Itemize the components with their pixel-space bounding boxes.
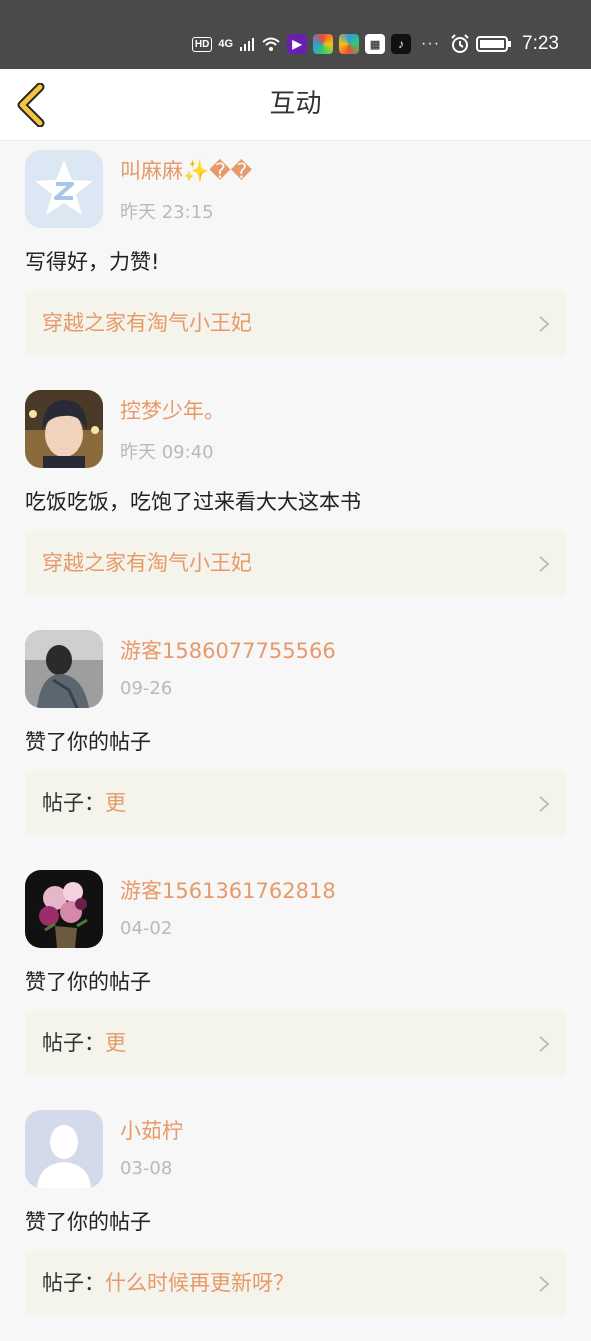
comment-text: 吃饭吃饭，吃饱了过来看大大这本书 [25,490,361,514]
user-name[interactable]: 游客1561361762818 [120,875,336,905]
user-name[interactable]: 小茹柠 [120,1115,183,1145]
ref-title: 穿越之家有淘气小王妃 [42,551,252,575]
ref-prefix: 帖子： [42,1031,105,1055]
app-header: 互动 [0,69,591,141]
status-bar: HD 4G ▶ ▦ ♪ ··· 7:23 [0,0,591,69]
timestamp: 昨天 09:40 [120,442,214,463]
referenced-post-label: 帖子：更 [42,1011,126,1076]
referenced-post-label: 穿越之家有淘气小王妃 [42,531,252,596]
girl-photo-avatar[interactable] [25,630,103,708]
referenced-post-label: 穿越之家有淘气小王妃 [42,291,252,356]
user-name[interactable]: 游客1586077755566 [120,635,336,665]
signal-icon [240,38,255,51]
timestamp: 04-02 [120,918,173,939]
feed-item: 控梦少年。 昨天 09:40 吃饭吃饭，吃饱了过来看大大这本书 穿越之家有淘气小… [0,381,591,621]
status-icons: HD 4G ▶ ▦ ♪ ··· 7:23 [191,28,559,60]
timestamp: 03-08 [120,1158,173,1179]
referenced-post[interactable]: 穿越之家有淘气小王妃 [25,531,566,596]
hd-indicator: HD [191,36,213,52]
feed-item: 小茹柠 03-08 赞了你的帖子 帖子：什么时候再更新呀？ [0,1101,591,1341]
chevron-right-icon [539,796,550,812]
comment-text: 写得好，力赞! [25,250,160,274]
referenced-post[interactable]: 穿越之家有淘气小王妃 [25,291,566,356]
clock: 7:23 [522,33,559,54]
chevron-right-icon [539,316,550,332]
referenced-post[interactable]: 帖子：什么时候再更新呀？ [25,1251,566,1316]
referenced-post-label: 帖子：更 [42,771,126,836]
timestamp: 09-26 [120,678,173,699]
referenced-post-label: 帖子：什么时候再更新呀？ [42,1251,294,1316]
chevron-right-icon [539,1036,550,1052]
default-person-avatar[interactable] [25,1110,103,1188]
feed-item: 游客1586077755566 09-26 赞了你的帖子 帖子：更 [0,621,591,861]
ref-prefix: 帖子： [42,791,105,815]
chevron-right-icon [539,1276,550,1292]
ref-title: 更 [105,1031,126,1055]
comment-text: 赞了你的帖子 [25,970,151,994]
qq-logo-avatar[interactable] [25,150,103,228]
ref-prefix: 帖子： [42,1271,105,1295]
interaction-feed: 叫麻麻✨�� 昨天 23:15 写得好，力赞! 穿越之家有淘气小王妃 控梦少年。… [0,141,591,1341]
timestamp: 昨天 23:15 [120,202,214,223]
referenced-post[interactable]: 帖子：更 [25,1011,566,1076]
feed-item: 游客1561361762818 04-02 赞了你的帖子 帖子：更 [0,861,591,1101]
alarm-icon [451,34,469,53]
flowers-photo-avatar[interactable] [25,870,103,948]
ref-title: 更 [105,791,126,815]
user-name[interactable]: 叫麻麻✨�� [120,155,252,185]
ref-title: 什么时候再更新呀？ [105,1271,294,1295]
battery-icon [476,36,512,52]
wifi-icon [262,37,280,51]
browser-app-icon-2 [339,34,360,54]
more-notifications-icon: ··· [421,35,441,52]
comment-text: 赞了你的帖子 [25,730,151,754]
boy-photo-avatar[interactable] [25,390,103,468]
ref-title: 穿越之家有淘气小王妃 [42,311,252,335]
network-type: 4G [218,38,234,50]
comment-text: 赞了你的帖子 [25,1210,151,1234]
referenced-post[interactable]: 帖子：更 [25,771,566,836]
tiktok-app-icon: ♪ [391,34,412,54]
feed-item: 叫麻麻✨�� 昨天 23:15 写得好，力赞! 穿越之家有淘气小王妃 [0,141,591,381]
page-title: 互动 [269,89,322,119]
video-app-icon: ▶ [287,34,308,54]
browser-app-icon [313,34,334,54]
chevron-right-icon [539,556,550,572]
user-name[interactable]: 控梦少年。 [120,395,225,425]
calendar-app-icon: ▦ [365,34,386,54]
